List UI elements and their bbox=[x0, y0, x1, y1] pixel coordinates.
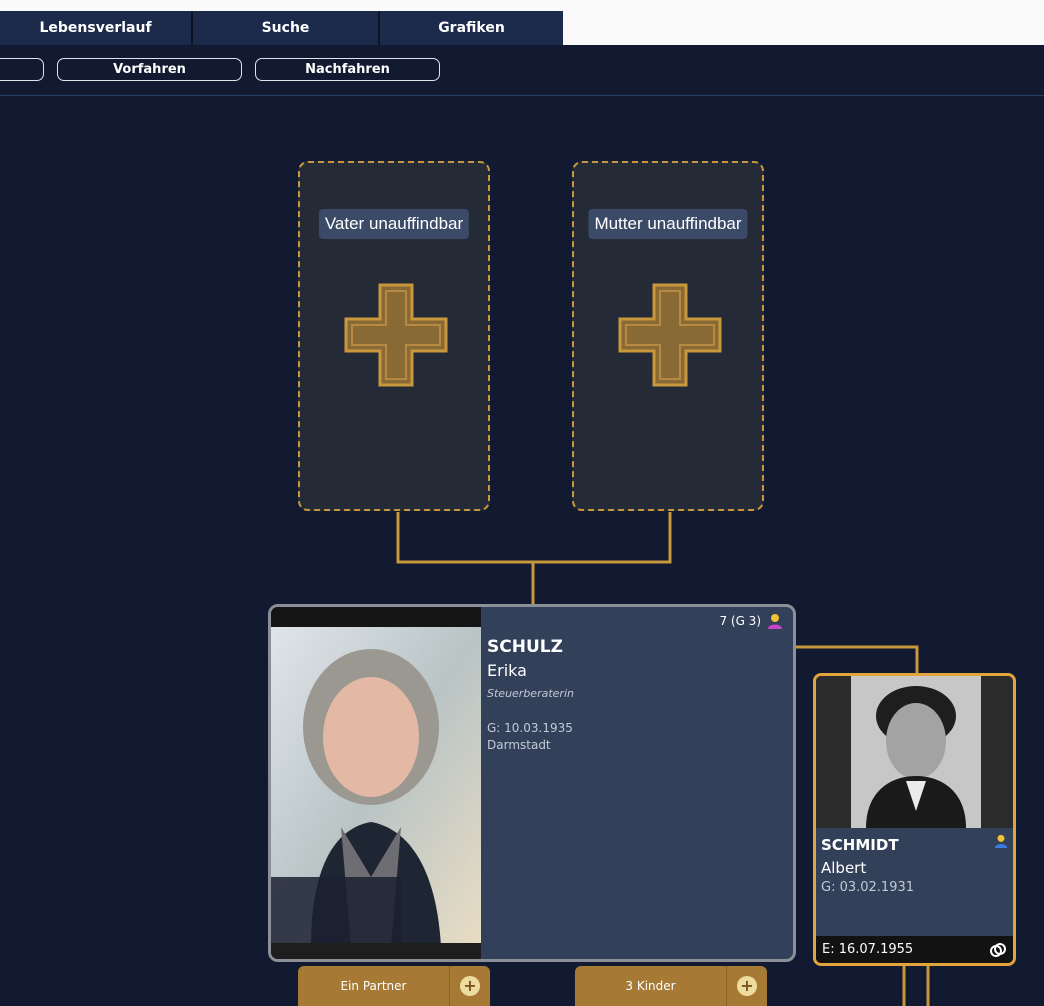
partner-footer: E: 16.07.1955 bbox=[816, 936, 1013, 963]
person-male-icon bbox=[994, 834, 1008, 848]
partner-photo bbox=[816, 676, 1013, 828]
partner-card[interactable]: SCHMIDT Albert G: 03.02.1931 E: 16.07.19… bbox=[813, 673, 1016, 966]
partner-birth: G: 03.02.1931 bbox=[821, 880, 915, 895]
partner-surname: SCHMIDT bbox=[821, 836, 899, 854]
generation-count: 7 (G 3) bbox=[719, 613, 783, 629]
marriage-date: E: 16.07.1955 bbox=[822, 942, 914, 957]
person-photo bbox=[271, 607, 481, 959]
person-surname: SCHULZ bbox=[487, 637, 563, 657]
main-person-card[interactable]: 7 (G 3) SCHULZ Erika Steuerberaterin G: … bbox=[268, 604, 796, 962]
man-portrait-image bbox=[851, 676, 981, 828]
count-text: 7 (G 3) bbox=[719, 614, 761, 628]
person-birthplace: Darmstadt bbox=[487, 738, 551, 752]
add-plus-icon[interactable] bbox=[344, 283, 448, 387]
woman-portrait-image bbox=[271, 627, 481, 947]
person-female-icon bbox=[768, 614, 782, 629]
father-placeholder-label: Vater unauffindbar bbox=[318, 209, 470, 239]
partner-button[interactable]: Ein Partner + bbox=[298, 966, 490, 1006]
add-partner-button[interactable]: + bbox=[449, 966, 490, 1006]
partner-firstname: Albert bbox=[821, 859, 867, 877]
father-placeholder[interactable]: Vater unauffindbar bbox=[298, 161, 490, 511]
partner-button-label: Ein Partner bbox=[340, 979, 407, 993]
person-firstname: Erika bbox=[487, 661, 527, 680]
children-button-label: 3 Kinder bbox=[625, 979, 676, 993]
plus-icon: + bbox=[460, 976, 480, 996]
plus-icon: + bbox=[737, 976, 757, 996]
mother-placeholder-label: Mutter unauffindbar bbox=[588, 209, 748, 239]
children-button[interactable]: 3 Kinder + bbox=[575, 966, 767, 1006]
photo-bottom-bar bbox=[271, 943, 481, 959]
person-birth: G: 10.03.1935 bbox=[487, 721, 573, 735]
add-child-button[interactable]: + bbox=[726, 966, 767, 1006]
person-occupation: Steuerberaterin bbox=[487, 687, 574, 700]
wedding-rings-icon[interactable] bbox=[989, 941, 1007, 959]
mother-placeholder[interactable]: Mutter unauffindbar bbox=[572, 161, 764, 511]
add-plus-icon[interactable] bbox=[618, 283, 722, 387]
photo-top-bar bbox=[271, 607, 481, 627]
